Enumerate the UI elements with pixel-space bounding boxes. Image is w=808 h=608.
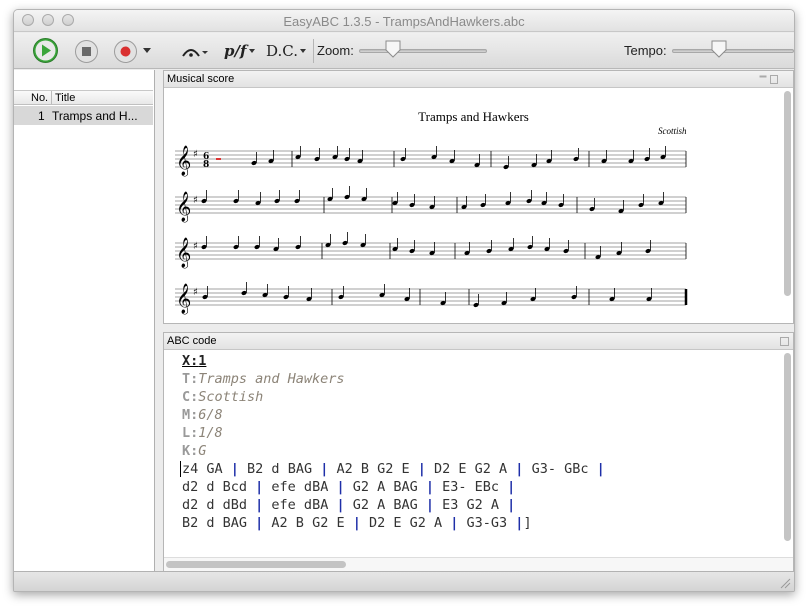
tune-number: 1 [38,109,45,123]
key-signature-sharp: ♯ [193,195,198,206]
treble-clef: 𝄞 [176,145,191,177]
zoom-slider-track[interactable] [359,49,487,53]
abc-notes: D2 E G2 A [425,461,516,477]
abc-header-t: T:Tramps and Hawkers [182,371,345,387]
fermata-icon [182,49,208,57]
abc-bar-line: | [596,461,605,477]
abc-bar-line: | [507,479,516,495]
abc-bar-line: | [336,497,345,513]
fermata-button[interactable] [178,41,210,61]
app-window: EasyABC 1.3.5 - TrampsAndHawkers.abc p/f… [13,9,795,592]
tempo-slider-track[interactable] [672,49,794,53]
abc-vertical-scrollbar[interactable] [784,353,791,541]
treble-clef: 𝄞 [176,191,191,223]
status-bar [14,571,794,591]
abc-notes: G2 A BAG [344,497,426,513]
abc-notes: efe dBA [263,497,337,513]
abc-bar-line: | [352,515,361,531]
abc-header-k: K:G [182,443,207,459]
abc-notes: A2 B G2 E [263,515,353,531]
record-button[interactable] [113,39,138,64]
key-signature-sharp: ♯ [193,287,198,298]
dc-button[interactable]: D.C. [266,40,307,62]
abc-notes: G3-G3 [458,515,516,531]
dynamics-button[interactable]: p/f [224,40,256,62]
abc-header-l: L:1/8 [182,425,223,441]
treble-clef: 𝄞 [176,283,191,315]
play-icon [33,38,58,63]
abc-bar-line: | [336,479,345,495]
record-icon [114,40,137,63]
abc-bar-line: | [507,497,516,513]
zoom-label: Zoom: [317,43,354,58]
window-title: EasyABC 1.3.5 - TrampsAndHawkers.abc [283,14,525,29]
stop-button[interactable] [74,39,99,64]
time-signature-denominator: 8 [203,160,209,170]
abc-bar-line: | [425,479,435,495]
abc-bar-line: | [230,461,239,477]
musical-score-panel: Musical score Tramps and Hawkers Scottis… [163,70,794,324]
column-header-title[interactable]: Title [55,92,75,104]
abc-header-c: C:Scottish [182,389,264,405]
stop-icon [75,40,98,63]
abc-notes: efe dBA [263,479,337,495]
tune-list-pane: No. Title 1 Tramps and H... [14,70,155,573]
abc-header-m: M:6/8 [182,407,223,423]
title-bar: EasyABC 1.3.5 - TrampsAndHawkers.abc [14,10,794,32]
abc-bar-line: | [425,497,435,513]
abc-horizontal-scrollbar[interactable] [164,557,793,571]
abc-code-panel: ABC code X:1 T:Tramps and Hawkers C:Scot… [163,332,794,572]
chevron-down-icon [143,48,151,53]
column-header-no[interactable]: No. [31,92,48,104]
record-dropdown-button[interactable] [142,47,152,55]
abc-music-line: B2 d BAG | A2 B G2 E | D2 E G2 A | G3-G3… [182,515,532,531]
abc-notes: z4 GA [182,461,231,477]
abc-header-x: X:1 [182,353,207,369]
abc-panel-title: ABC code [164,333,793,350]
abc-music-line: d2 d Bcd | efe dBA | G2 A BAG | E3- EBc … [182,479,515,495]
abc-notes: G3- GBc [523,461,597,477]
play-button[interactable] [32,37,59,64]
abc-notes: d2 d dBd [182,497,256,513]
score-vertical-scrollbar[interactable] [784,91,791,296]
chevron-down-icon [249,49,256,53]
tune-title: Tramps and H... [52,109,138,123]
abc-music-line: z4 GA | B2 d BAG | A2 B G2 E | D2 E G2 A… [182,461,605,477]
abc-notes: D2 E G2 A [360,515,451,531]
tune-list-header: No. Title [14,90,153,105]
tempo-label: Tempo: [624,43,667,58]
abc-bar-line: | [417,461,426,477]
abc-notes: d2 d Bcd [182,479,256,495]
toolbar: p/f D.C. Zoom: Tempo: [14,33,794,69]
abc-notes: B2 d BAG [238,461,321,477]
abc-notes: ] [523,515,532,531]
score-canvas[interactable]: 𝄞 ♯𝄞 ♯𝄞 ♯𝄞 ♯68 [164,71,784,323]
resize-grip-icon[interactable] [779,577,791,589]
abc-notes: B2 d BAG [182,515,256,531]
dc-label: D.C. [266,42,298,60]
key-signature-sharp: ♯ [193,149,198,160]
abc-notes: G2 A BAG [344,479,426,495]
chevron-down-icon [299,49,306,53]
abc-notes: E3 G2 A [434,497,508,513]
abc-horizontal-scroll-thumb[interactable] [166,561,346,568]
abc-notes: E3- EBc [434,479,508,495]
key-signature-sharp: ♯ [193,241,198,252]
abc-code-editor[interactable]: X:1 T:Tramps and Hawkers C:Scottish M:6/… [164,351,784,556]
text-cursor [180,461,181,477]
toolbar-separator [313,39,314,63]
zoom-slider-knob[interactable] [385,40,401,58]
tune-list-item[interactable]: 1 Tramps and H... [14,106,153,125]
abc-notes: A2 B G2 E [328,461,418,477]
abc-music-line: d2 d dBd | efe dBA | G2 A BAG | E3 G2 A … [182,497,515,513]
tempo-slider-knob[interactable] [711,40,727,58]
panel-restore-icon[interactable] [780,336,790,347]
treble-clef: 𝄞 [176,237,191,269]
dynamics-label: p/f [224,42,247,60]
